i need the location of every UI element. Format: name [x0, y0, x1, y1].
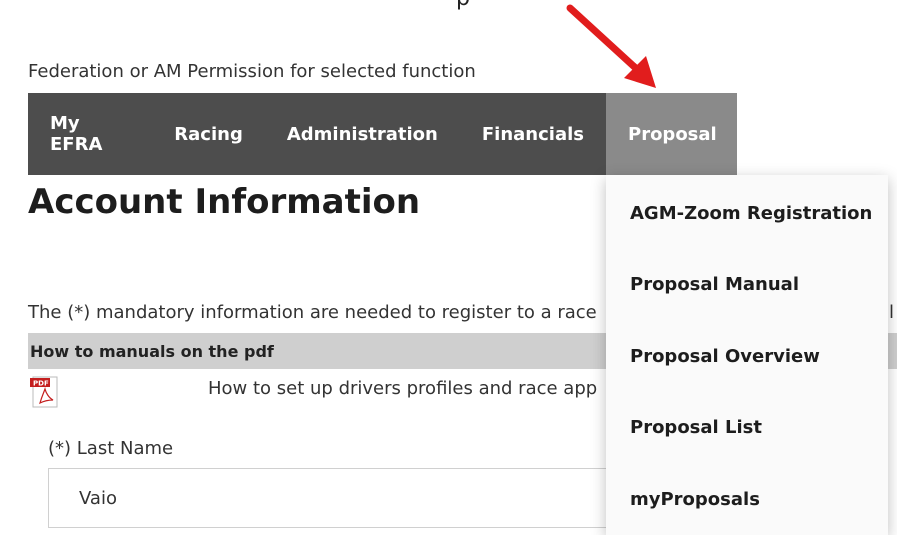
top-partial-text: p [456, 0, 576, 11]
menu-item-proposal-manual[interactable]: Proposal Manual [630, 274, 799, 295]
menu-item-myproposals[interactable]: myProposals [630, 489, 760, 510]
menu-item-proposal-list[interactable]: Proposal List [630, 417, 762, 438]
pdf-icon[interactable]: PDF [30, 376, 60, 408]
proposal-dropdown-menu: AGM-Zoom Registration Proposal Manual Pr… [606, 175, 888, 535]
page-title: Account Information [28, 182, 421, 222]
nav-administration[interactable]: Administration [265, 93, 460, 175]
pdf-manual-link[interactable]: How to set up drivers profiles and race … [208, 378, 597, 399]
svg-text:PDF: PDF [33, 380, 49, 388]
last-name-input[interactable]: Vaio [48, 468, 628, 528]
last-name-value: Vaio [79, 487, 117, 509]
howto-manuals-title: How to manuals on the pdf [30, 341, 274, 361]
last-name-label: (*) Last Name [48, 438, 174, 459]
mandatory-info-text: The (*) mandatory information are needed… [28, 302, 597, 323]
nav-my-efra[interactable]: My EFRA [28, 93, 152, 175]
permission-text: Federation or AM Permission for selected… [28, 61, 476, 82]
nav-proposal[interactable]: Proposal [606, 93, 737, 175]
nav-racing[interactable]: Racing [152, 93, 265, 175]
menu-item-proposal-overview[interactable]: Proposal Overview [630, 346, 820, 367]
red-arrow-annotation [566, 4, 656, 88]
main-navbar: My EFRA Racing Administration Financials [28, 93, 606, 175]
nav-financials[interactable]: Financials [460, 93, 606, 175]
menu-item-agm-zoom-registration[interactable]: AGM-Zoom Registration [630, 203, 872, 224]
